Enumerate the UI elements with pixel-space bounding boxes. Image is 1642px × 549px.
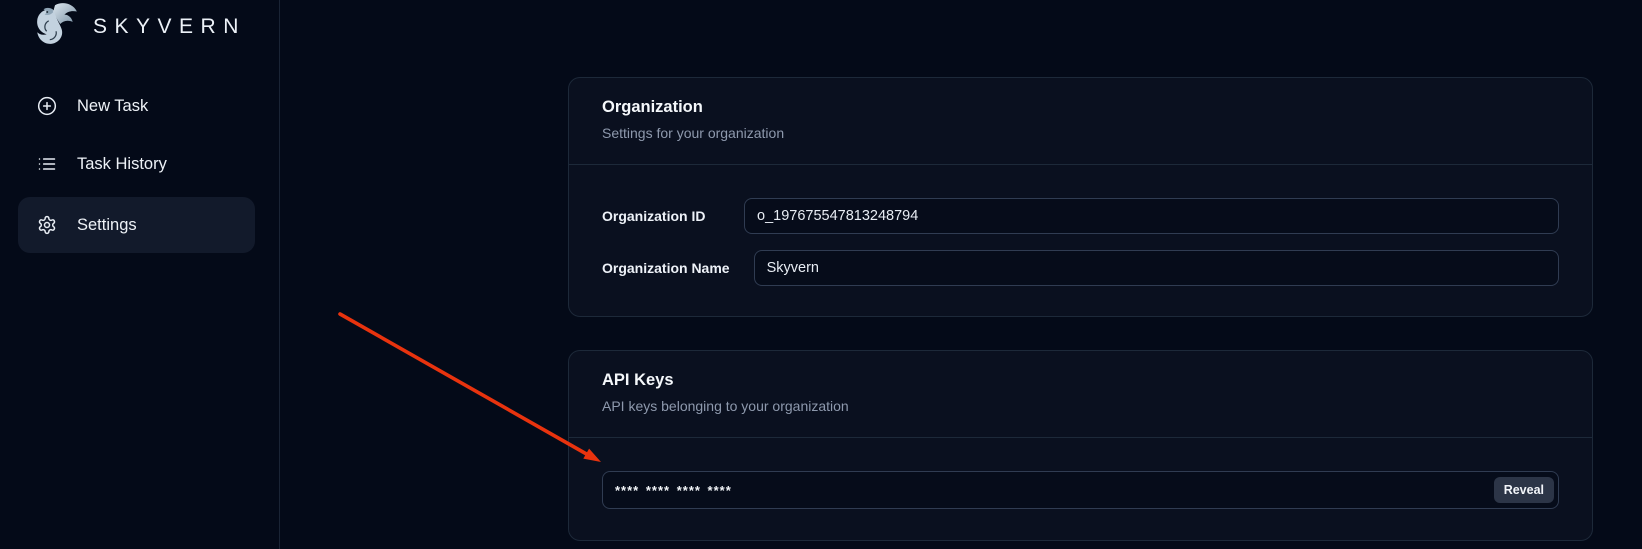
organization-card-title: Organization [602, 98, 1559, 116]
organization-id-input[interactable] [744, 198, 1559, 234]
sidebar-item-label: Task History [77, 155, 167, 174]
organization-card-header: Organization Settings for your organizat… [569, 78, 1592, 142]
organization-name-row: Organization Name [602, 250, 1559, 286]
skyvern-dragon-logo-icon [30, 0, 80, 55]
organization-name-input[interactable] [754, 250, 1559, 286]
api-keys-card-header: API Keys API keys belonging to your orga… [569, 351, 1592, 415]
plus-circle-icon [37, 96, 57, 116]
sidebar-item-task-history[interactable]: Task History [18, 136, 255, 192]
organization-id-label: Organization ID [602, 208, 720, 224]
annotation-arrow-line [340, 314, 590, 456]
sidebar-item-new-task[interactable]: New Task [18, 78, 255, 134]
api-keys-card-title: API Keys [602, 371, 1559, 389]
organization-name-label: Organization Name [602, 260, 730, 276]
gear-icon [37, 215, 57, 235]
api-key-row: Reveal [602, 471, 1559, 509]
app-title: SKYVERN [93, 15, 246, 39]
sidebar: SKYVERN New Task Task History Settings [0, 0, 280, 549]
organization-card: Organization Settings for your organizat… [568, 77, 1593, 317]
organization-card-subtitle: Settings for your organization [602, 124, 1559, 142]
sidebar-item-label: New Task [77, 97, 148, 116]
sidebar-item-label: Settings [77, 216, 137, 235]
api-keys-card: API Keys API keys belonging to your orga… [568, 350, 1593, 541]
api-key-masked-input[interactable] [602, 471, 1559, 509]
sidebar-item-settings[interactable]: Settings [18, 197, 255, 253]
reveal-button[interactable]: Reveal [1494, 477, 1554, 503]
organization-id-row: Organization ID [602, 198, 1559, 234]
list-icon [37, 154, 57, 174]
api-keys-card-subtitle: API keys belonging to your organization [602, 397, 1559, 415]
logo[interactable]: SKYVERN [30, 2, 246, 52]
skyvern-settings-page: SKYVERN New Task Task History Settings O… [0, 0, 1642, 549]
